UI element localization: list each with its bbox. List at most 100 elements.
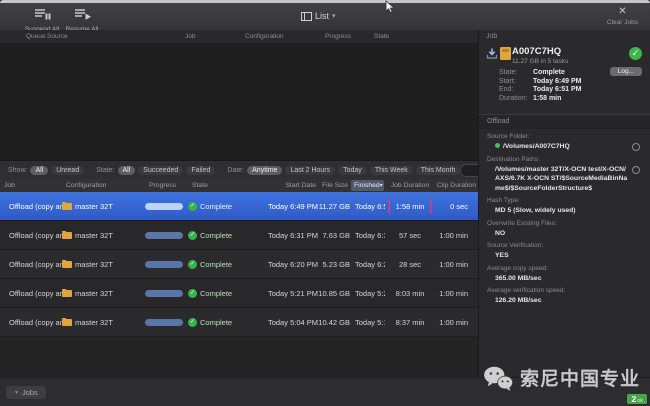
progress-fill [145,203,183,210]
table-row[interactable]: Offload (copy and v… master 32T ✓ Comple… [0,250,478,279]
clip-duration: 0 sec [435,202,478,211]
destination-paths-block: Destination Paths: /Volumes/master 32T/X… [479,152,650,194]
queue-col-source: Source [47,33,68,40]
job-name: Offload (copy and v… [9,289,62,298]
table-row[interactable]: Offload (copy and v… master 32T ✓ Comple… [0,279,478,308]
filter-option[interactable]: This Week [370,166,413,175]
detail-label: Average verification speed: [487,287,642,294]
filter-bar: Show: AllUnread State: AllSucceededFaile… [0,160,478,179]
job-name: Offload (copy and v… [9,202,62,211]
jobs-table-header: Job Configuration Progress State Start D… [0,179,478,193]
state-text: Complete [200,231,232,240]
filter-option[interactable]: Failed [186,166,215,175]
col-progress[interactable]: Progress [145,182,188,189]
col-finished-dropdown[interactable]: Finished ▾ [351,180,384,191]
col-state[interactable]: State [188,182,262,189]
configuration-name: master 32T [75,231,113,240]
progress-fill [145,232,183,239]
check-icon: ✓ [188,260,197,269]
view-selector-dropdown[interactable]: List ▾ [301,11,336,21]
queue-col-state: State [374,33,389,40]
detail-label: Hash Type: [487,197,642,204]
col-job-duration[interactable]: Job Duration [385,182,435,189]
wechat-icon [483,365,513,391]
finished-time: Today 5:29… [350,289,385,298]
watermark: 索尼中国专业 [483,364,640,391]
check-icon: ✓ [188,289,197,298]
table-row[interactable]: Offload (copy and v… master 32T ✓ Comple… [0,308,478,337]
clear-jobs-button[interactable]: ✕ Clear Jobs [607,7,638,26]
source-folder-block: Source Folder: /Volumes/A007C7HQ [479,129,650,152]
volume-status-dot [495,143,500,148]
check-icon: ✓ [188,202,197,211]
filter-option[interactable]: All [30,166,48,175]
summary-row: Start: Today 6:49 PM [499,78,582,85]
chevron-down-icon: ▾ [380,182,383,189]
detail-value: MD 5 (Slow, widely used) [495,206,642,216]
table-row[interactable]: Offload (copy and v… master 32T ✓ Comple… [0,221,478,250]
folder-icon [62,261,72,268]
table-row[interactable]: Offload (copy and v… master 32T ✓ Comple… [0,192,478,221]
badge-suffix: ok [637,398,643,404]
summary-label: Start: [499,78,533,85]
start-date: Today 6:20 PM [262,260,318,269]
job-name: Offload (copy and v… [9,231,62,240]
jobs-toggle-button[interactable]: ▼ Jobs [6,386,46,399]
filter-state-options: AllSucceededFailed [115,166,216,175]
col-finished-label: Finished [354,182,380,189]
detail-label: Average copy speed: [487,265,642,272]
queue-col-progress: Progress [325,33,351,40]
summary-value: Today 6:49 PM [533,78,582,85]
filter-state-label: State: [96,167,114,174]
filter-option[interactable]: Last 2 Hours [285,166,335,175]
queue-col-job: Job [185,33,195,40]
detail-item: Hash Type: MD 5 (Slow, widely used) [479,193,650,216]
job-summary: State: Complete Start: Today 6:49 PM End… [499,69,582,103]
filter-show-label: Show: [8,167,27,174]
detail-item: Average copy speed: 365.00 MB/sec [479,261,650,284]
summary-label: End: [499,86,533,93]
queue-table-header: Queue Source Job Configuration Progress … [0,30,478,43]
triangle-down-icon: ▼ [14,390,19,396]
filter-option[interactable]: Succeeded [138,166,183,175]
detail-value: YES [495,251,642,261]
progress-fill [145,261,183,268]
start-date: Today 6:31 PM [262,231,318,240]
eject-icon[interactable] [632,143,640,151]
detail-value: 365.00 MB/sec [495,274,642,284]
summary-row: End: Today 6:51 PM [499,86,582,93]
folder-icon [62,319,72,326]
finished-time: Today 5:12… [350,318,385,327]
log-button[interactable]: Log... [610,67,642,76]
filter-option[interactable]: Unread [51,166,84,175]
start-date: Today 6:49 PM [262,202,318,211]
offload-icon [486,47,498,60]
mouse-cursor [385,0,395,14]
filter-option[interactable]: Anytime [247,166,282,175]
check-icon: ✓ [188,318,197,327]
reveal-icon[interactable] [632,166,640,174]
summary-value: Today 6:51 PM [533,86,582,93]
col-job[interactable]: Job [0,182,62,189]
filter-option[interactable]: This Month [416,166,461,175]
offload-section-title: Offload [479,114,650,129]
detail-label: Source Verification: [487,242,642,249]
success-check-icon: ✓ [629,47,642,60]
col-configuration[interactable]: Configuration [62,182,145,189]
filter-option[interactable]: Today [338,166,367,175]
sidebar-header: Job [479,30,650,40]
col-clip-duration[interactable]: Clip Duration [435,182,478,189]
job-name: Offload (copy and v… [9,318,62,327]
col-start-date[interactable]: Start Date [262,182,318,189]
finished-time: Today 6:31… [350,231,385,240]
progress-bar [145,232,183,239]
col-file-size[interactable]: File Size [318,182,350,189]
filter-date-options: AnytimeLast 2 HoursTodayThis WeekThis Mo… [244,166,460,175]
progress-bar [145,203,183,210]
app-window: Suspend All Resume All List ▾ ✕ Clear Jo… [0,0,650,406]
suspend-all-icon [34,8,51,20]
configuration-name: master 32T [75,202,113,211]
filter-option[interactable]: All [118,166,136,175]
file-size: 7.63 GB [318,231,350,240]
clip-duration: 1:00 min [435,318,478,327]
